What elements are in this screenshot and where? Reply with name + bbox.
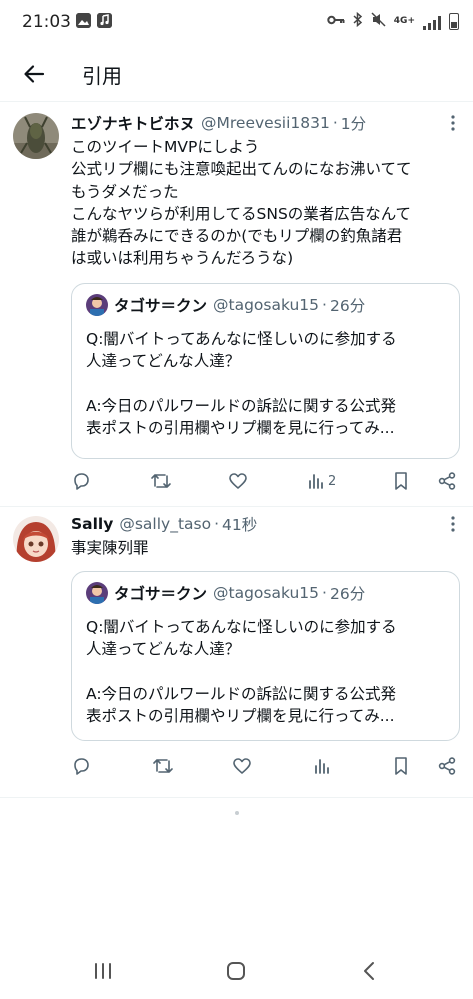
status-time: 21:03 (22, 12, 71, 32)
system-icons: 4G+ (327, 11, 459, 31)
secondary-actions (393, 471, 459, 491)
more-icon (451, 516, 455, 532)
tweet-header: エゾナキトビホヌ @Mreevesii1831 · 1分 (71, 111, 461, 135)
back-arrow-icon (24, 65, 45, 83)
quote-display-name: タゴサ＝クン (114, 297, 208, 315)
tweet-time[interactable]: 41秒 (222, 513, 257, 535)
like-button[interactable] (228, 471, 250, 491)
avatar[interactable] (13, 113, 59, 159)
quote-time: 26分 (329, 585, 366, 603)
share-button[interactable] (437, 471, 459, 491)
music-icon (97, 13, 112, 28)
more-button[interactable] (443, 113, 463, 133)
reply-button[interactable] (71, 756, 93, 776)
bookmark-icon (395, 757, 407, 775)
views-count: 2 (328, 473, 337, 489)
tweet[interactable]: Sally @sally_taso · 41秒 事実陳列罪 タゴサ＝クン @ta… (0, 508, 473, 798)
notification-icons (76, 13, 112, 28)
more-icon (451, 115, 455, 131)
network-label: 4G+ (393, 16, 415, 26)
loading-indicator (235, 811, 239, 815)
quoted-tweet[interactable]: タゴサ＝クン @tagosaku15 · 26分 Q:闇バイトってあんなに怪しい… (71, 571, 460, 741)
like-button[interactable] (232, 756, 254, 776)
battery-icon (449, 13, 459, 30)
quote-avatar (86, 294, 108, 316)
views-icon (309, 474, 323, 489)
back-nav-icon (364, 962, 374, 980)
avatar[interactable] (13, 516, 59, 562)
views-button[interactable] (313, 757, 335, 775)
recent-apps-button[interactable] (86, 956, 120, 986)
page-title: 引用 (82, 64, 122, 88)
reply-icon (74, 473, 89, 490)
tweet[interactable]: エゾナキトビホヌ @Mreevesii1831 · 1分 このツイートMVPにし… (0, 103, 473, 507)
app-header: 引用 (0, 46, 473, 102)
tweet-text: このツイートMVPにしよう 公式リプ欄にも注意喚起出てんのになお沸いてて もうダ… (71, 138, 412, 268)
views-icon (314, 759, 329, 774)
quote-header: タゴサ＝クン @tagosaku15 · 26分 (86, 582, 365, 604)
retweet-icon (150, 474, 171, 488)
tweet-actions: 2 (71, 467, 459, 495)
tweet-text: 事実陳列罪 (71, 539, 149, 557)
tweet-header: Sally @sally_taso · 41秒 (71, 512, 461, 536)
share-icon (438, 472, 456, 490)
quote-handle: @tagosaku15 (213, 584, 320, 602)
mute-icon (371, 12, 386, 31)
quoted-tweet[interactable]: タゴサ＝クン @tagosaku15 · 26分 Q:闇バイトってあんなに怪しい… (71, 283, 460, 459)
tweet-time[interactable]: 1分 (341, 112, 366, 134)
status-bar: 21:03 4G+ (0, 0, 473, 46)
quote-avatar (86, 582, 108, 604)
home-button[interactable] (219, 956, 253, 986)
views-button[interactable]: 2 (307, 472, 336, 490)
like-icon (229, 473, 248, 489)
user-handle[interactable]: @sally_taso (119, 515, 211, 533)
quote-display-name: タゴサ＝クン (114, 585, 208, 603)
quote-header: タゴサ＝クン @tagosaku15 · 26分 (86, 294, 365, 316)
signal-icon (423, 14, 441, 30)
retweet-button[interactable] (150, 471, 172, 491)
quote-handle: @tagosaku15 (213, 296, 320, 314)
share-button[interactable] (437, 756, 459, 776)
recent-apps-icon (95, 963, 111, 979)
gallery-icon (76, 13, 91, 28)
display-name[interactable]: エゾナキトビホヌ (71, 112, 195, 134)
key-icon (327, 14, 345, 30)
retweet-icon (152, 759, 173, 773)
separator-dot: · (214, 515, 220, 533)
bluetooth-icon (353, 11, 363, 31)
secondary-actions (393, 756, 459, 776)
quote-time: 26分 (329, 297, 366, 315)
tweet-actions (71, 752, 459, 780)
user-handle[interactable]: @Mreevesii1831 (201, 114, 330, 132)
quote-text: Q:闇バイトってあんなに怪しいのに参加する 人達ってどんな人達？ A:今日のパル… (86, 618, 397, 725)
reply-button[interactable] (71, 471, 93, 491)
bookmark-button[interactable] (393, 756, 415, 776)
bookmark-icon (395, 472, 407, 490)
separator-dot: · (332, 114, 338, 132)
reply-icon (74, 758, 89, 775)
back-button[interactable] (14, 54, 54, 94)
bookmark-button[interactable] (393, 471, 415, 491)
more-button[interactable] (443, 514, 463, 534)
quote-text: Q:闇バイトってあんなに怪しいのに参加する 人達ってどんな人達？ A:今日のパル… (86, 330, 397, 437)
separator-dot: · (322, 296, 327, 314)
home-icon (227, 962, 245, 980)
retweet-button[interactable] (152, 756, 174, 776)
like-icon (233, 758, 251, 774)
system-nav-bar (0, 942, 473, 999)
separator-dot: · (322, 584, 327, 602)
share-icon (438, 757, 456, 775)
back-nav-button[interactable] (352, 956, 386, 986)
display-name[interactable]: Sally (71, 515, 113, 533)
